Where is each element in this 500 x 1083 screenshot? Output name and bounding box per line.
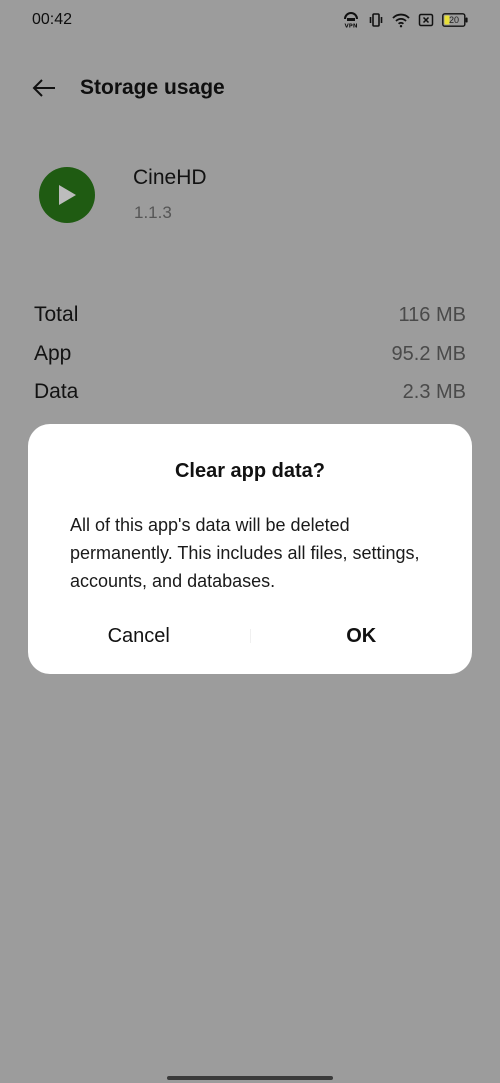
- ok-button[interactable]: OK: [251, 616, 473, 656]
- clear-data-dialog: Clear app data? All of this app's data w…: [28, 424, 472, 674]
- status-time: 00:42: [32, 11, 73, 28]
- storage-label: App: [34, 342, 72, 365]
- battery-level: 20: [448, 15, 459, 25]
- app-icon: [39, 167, 95, 223]
- top-app-bar: Storage usage: [0, 60, 500, 116]
- svg-text:VPN: VPN: [345, 24, 358, 29]
- storage-value: 95.2 MB: [391, 342, 466, 365]
- dialog-message: All of this app's data will be deleted p…: [70, 515, 420, 591]
- app-name: CineHD: [133, 166, 207, 189]
- storage-label: Data: [34, 380, 79, 403]
- back-button[interactable]: [24, 68, 64, 108]
- storage-value: 116 MB: [398, 303, 466, 326]
- play-icon: [59, 185, 76, 205]
- app-version: 1.1.3: [134, 203, 172, 222]
- storage-row-app: App 95.2 MB: [34, 339, 466, 369]
- vpn-icon: VPN: [344, 12, 358, 29]
- status-bar: 00:42 VPN 20: [0, 0, 500, 40]
- dialog-buttons: Cancel OK: [28, 616, 472, 656]
- storage-row-data: Data 2.3 MB: [34, 377, 466, 407]
- back-arrow-icon: [32, 79, 55, 97]
- cancel-button[interactable]: Cancel: [28, 616, 250, 656]
- status-icons: VPN 20: [342, 12, 468, 28]
- wifi-icon: [392, 13, 410, 28]
- dialog-title: Clear app data?: [174, 460, 326, 482]
- no-sim-icon: [418, 13, 434, 27]
- storage-row-total: Total 116 MB: [34, 300, 466, 330]
- battery-indicator: 20: [442, 13, 468, 27]
- storage-value: 2.3 MB: [402, 380, 466, 403]
- home-indicator[interactable]: [167, 1076, 333, 1080]
- page-title: Storage usage: [80, 76, 225, 99]
- vibrate-icon: [369, 13, 383, 27]
- storage-label: Total: [34, 303, 79, 326]
